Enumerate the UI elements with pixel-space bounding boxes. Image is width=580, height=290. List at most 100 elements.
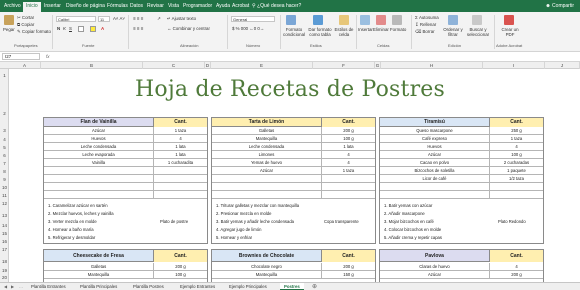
sheet-next-icon[interactable]: ▶ (11, 284, 14, 289)
ingredient-name: Yemas de huevo (212, 159, 322, 166)
delete-cells-icon[interactable] (376, 15, 386, 25)
number-format-icons[interactable]: $ % 000 ←0 0→ (232, 26, 264, 31)
row-header[interactable]: 8 (0, 169, 9, 174)
row-header[interactable]: 15 (0, 231, 9, 236)
tab-insertar[interactable]: Insertar (44, 3, 61, 9)
underline-button[interactable]: S (69, 26, 72, 31)
tab-vista[interactable]: Vista (168, 3, 179, 9)
column-header[interactable]: J (545, 62, 580, 69)
row-header[interactable]: 4 (0, 137, 9, 142)
align-top-icon[interactable]: ≡ ≡ ≡ (133, 16, 143, 21)
sheet-prev-icon[interactable]: ◀ (4, 284, 7, 289)
sheet-tab[interactable]: Plantilla Entrantes (31, 284, 66, 289)
sheet-tab[interactable]: Plantilla Principales (80, 284, 117, 289)
orientation-icon[interactable]: ↗ (157, 16, 161, 22)
sheet-tab[interactable]: Ejemplo Principales (229, 284, 267, 289)
autosum-button[interactable]: Σ Autosuma (415, 15, 439, 20)
row-header[interactable]: 13 (0, 213, 9, 218)
cell-styles-icon[interactable] (339, 15, 349, 25)
conditional-format-button[interactable]: Formato condicional (282, 27, 306, 37)
cut-button[interactable]: ✂ Cortar (17, 15, 34, 21)
column-header[interactable]: I (483, 62, 545, 69)
find-select-icon[interactable] (472, 15, 482, 25)
row-header[interactable]: 6 (0, 153, 9, 158)
tab-acrobat[interactable]: Acrobat (232, 3, 249, 9)
ingredient-row (44, 183, 207, 191)
ingredient-name (44, 175, 154, 182)
steps-block: 1. Triturar galletas y mezclar con mante… (212, 201, 375, 243)
column-header[interactable]: C (143, 62, 205, 69)
row-header[interactable]: 14 (0, 223, 9, 228)
add-sheet-icon[interactable]: ⊕ (312, 283, 317, 290)
row-header[interactable]: 19 (0, 268, 9, 273)
column-header[interactable]: B (41, 62, 143, 69)
borders-icon[interactable] (78, 26, 84, 32)
format-cells-icon[interactable] (392, 15, 402, 25)
row-header[interactable]: 3 (0, 128, 9, 133)
column-header[interactable]: A (9, 62, 41, 69)
format-as-table-button[interactable]: Dar formato como tabla (308, 27, 332, 37)
row-header[interactable]: 16 (0, 239, 9, 244)
row-header[interactable]: 20 (0, 275, 9, 280)
column-header[interactable]: E (211, 62, 313, 69)
row-header[interactable]: 7 (0, 161, 9, 166)
create-pdf-button[interactable]: Crear un PDF (500, 27, 520, 37)
name-box[interactable]: I27 (2, 53, 40, 60)
row-header[interactable]: 11 (0, 193, 9, 198)
sheet-tab[interactable]: Ejemplo Entrantes (180, 284, 215, 289)
align-left-icon[interactable]: ≡ ≡ ≡ (133, 26, 143, 31)
create-pdf-icon[interactable] (504, 15, 514, 25)
tab-diseno-pagina[interactable]: Diseño de página (66, 3, 105, 9)
column-header[interactable]: H (381, 62, 483, 69)
row-header[interactable]: 9 (0, 177, 9, 182)
font-grow-icon[interactable]: A˄ A˅ (113, 16, 125, 21)
row-header[interactable]: 10 (0, 185, 9, 190)
format-as-table-icon[interactable] (313, 15, 323, 25)
wrap-text-button[interactable]: ↵ Ajustar texto (167, 16, 196, 22)
tab-formulas[interactable]: Fórmulas (107, 3, 128, 9)
sheet-tab[interactable]: Plantilla Postres (133, 284, 164, 289)
tab-datos[interactable]: Datos (130, 3, 143, 9)
tell-me-search[interactable]: ⚲ ¿Qué desea hacer? (252, 3, 301, 9)
format-cells-button[interactable]: Formato (390, 27, 406, 32)
italic-button[interactable]: K (63, 26, 66, 31)
insert-cells-button[interactable]: Insertar (358, 27, 373, 32)
paste-button[interactable]: Pegar (3, 27, 15, 32)
fx-icon[interactable]: fx (46, 54, 50, 59)
tab-programador[interactable]: Programador (183, 3, 212, 9)
sort-filter-icon[interactable] (448, 15, 458, 25)
font-name-select[interactable]: Calibri (56, 16, 96, 22)
tab-ayuda[interactable]: Ayuda (216, 3, 230, 9)
row-header[interactable]: 5 (0, 145, 9, 150)
column-header[interactable]: F (313, 62, 375, 69)
insert-cells-icon[interactable] (360, 15, 370, 25)
row-header[interactable]: 18 (0, 259, 9, 264)
conditional-format-icon[interactable] (286, 15, 296, 25)
cell-styles-button[interactable]: Estilos de celda (334, 27, 354, 37)
merge-center-button[interactable]: ↔ Combinar y centrar (167, 26, 210, 31)
format-painter-button[interactable]: ✎ Copiar formato (17, 29, 51, 35)
bold-button[interactable]: N (57, 26, 60, 31)
sort-filter-button[interactable]: Ordenar y filtrar (442, 27, 464, 37)
tab-inicio[interactable]: Inicio (23, 2, 41, 12)
tab-revisar[interactable]: Revisar (147, 3, 164, 9)
row-header[interactable]: 1 (0, 73, 9, 78)
number-format-select[interactable]: General (231, 16, 275, 22)
worksheet[interactable]: Hoja de Recetas de Postres Flan de Vaini… (9, 69, 580, 282)
share-button[interactable]: ☻ Compartir (545, 3, 574, 9)
clear-button[interactable]: ⌫ Borrar (415, 29, 435, 35)
font-size-select[interactable]: 11 (98, 16, 110, 22)
find-select-button[interactable]: Buscar y seleccionar (466, 27, 490, 37)
row-header[interactable]: 12 (0, 201, 9, 206)
row-header[interactable]: 2 (0, 111, 9, 116)
row-header[interactable]: 17 (0, 247, 9, 252)
fill-button[interactable]: ↧ Rellenar (415, 22, 436, 28)
copy-button[interactable]: ⧉ Copiar (17, 22, 34, 27)
sheet-tab-active[interactable]: Postres (280, 283, 304, 290)
sheet-more-icon[interactable]: … (19, 284, 23, 289)
tab-archivo[interactable]: Archivo (4, 3, 21, 9)
delete-cells-button[interactable]: Eliminar (373, 27, 389, 32)
fill-color-icon[interactable] (90, 26, 96, 32)
paste-icon[interactable] (4, 15, 14, 25)
font-color-icon[interactable]: A (101, 26, 104, 31)
